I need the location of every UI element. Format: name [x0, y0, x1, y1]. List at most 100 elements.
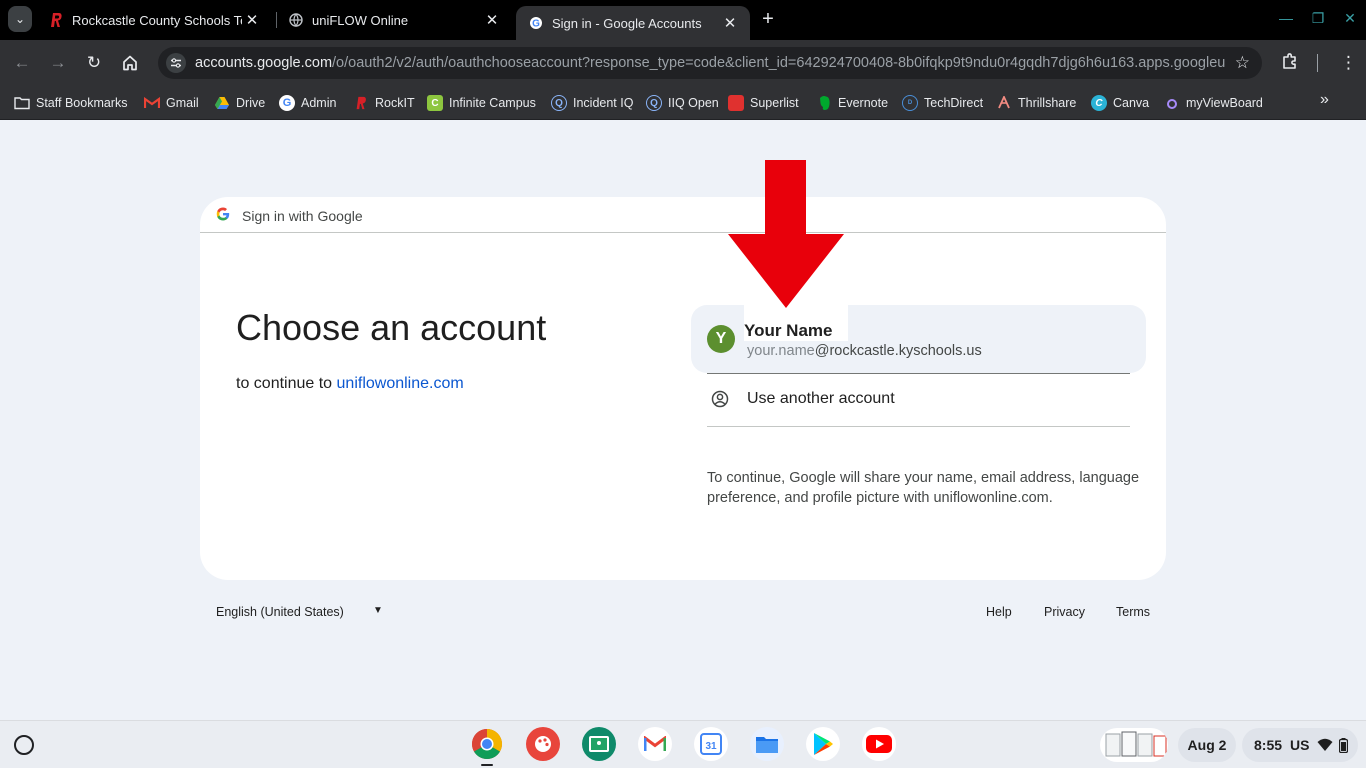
bookmark-label: Incident IQ: [573, 96, 634, 110]
bookmark-star-icon[interactable]: ☆: [1235, 53, 1250, 73]
folder-icon: [14, 95, 30, 111]
bookmark-incident-iq[interactable]: Q Incident IQ: [551, 92, 633, 114]
bookmark-superlist[interactable]: Superlist: [728, 92, 799, 114]
tab-title: Rockcastle County Schools Tec: [72, 12, 242, 28]
chrome-menu-button[interactable]: ⋮: [1340, 52, 1357, 74]
bookmarks-overflow-button[interactable]: »: [1320, 91, 1329, 109]
tab-title: Sign in - Google Accounts: [552, 15, 702, 31]
bookmark-iiq-open[interactable]: Q IIQ Open: [646, 92, 719, 114]
close-icon[interactable]: ✕: [242, 11, 262, 29]
bookmark-evernote[interactable]: Evernote: [816, 92, 888, 114]
continue-to-link[interactable]: uniflowonline.com: [337, 375, 464, 392]
gmail-icon[interactable]: [638, 727, 672, 761]
continue-to-text: to continue to uniflowonline.com: [236, 375, 464, 393]
bookmark-gmail[interactable]: Gmail: [144, 92, 199, 114]
sharing-notice: To continue, Google will share your name…: [707, 470, 1140, 506]
restore-window-button[interactable]: ❐: [1310, 10, 1326, 26]
red-arrow-annotation: [728, 160, 844, 308]
bookmark-label: Gmail: [166, 96, 199, 110]
bookmark-drive[interactable]: Drive: [214, 92, 265, 114]
tab-uniflow[interactable]: uniFLOW Online ✕: [276, 0, 512, 40]
bookmark-myviewboard[interactable]: myViewBoard: [1164, 92, 1263, 114]
rockit-icon: [353, 95, 369, 111]
continue-to-prefix: to continue to: [236, 375, 337, 392]
close-icon[interactable]: ✕: [720, 14, 740, 32]
holding-space-tray[interactable]: [1100, 728, 1168, 762]
url-text: accounts.google.com/o/oauth2/v2/auth/oau…: [195, 55, 1225, 71]
page-title: Choose an account: [236, 307, 547, 348]
arrow-left-icon: ←: [13, 53, 31, 72]
bookmarks-bar: Staff Bookmarks Gmail Drive G Admin Rock…: [0, 86, 1366, 120]
account-option[interactable]: Y Your Name your.name@rockcastle.kyschoo…: [691, 305, 1146, 373]
classroom-icon[interactable]: [582, 727, 616, 761]
reload-icon: ↻: [86, 53, 102, 72]
calendar-day-label: 31: [705, 741, 717, 752]
help-link[interactable]: Help: [986, 605, 1012, 619]
bookmark-label: Drive: [236, 96, 266, 110]
minimize-window-button[interactable]: —: [1278, 10, 1294, 26]
new-tab-button[interactable]: +: [758, 8, 778, 32]
arrow-right-icon: →: [49, 53, 67, 72]
language-select[interactable]: English (United States): [216, 605, 344, 619]
tab-rockcastle[interactable]: Rockcastle County Schools Tec ✕: [36, 0, 272, 40]
launcher-button[interactable]: [14, 735, 34, 755]
site-info-icon[interactable]: [166, 53, 186, 73]
bookmark-label: myViewBoard: [1186, 96, 1263, 110]
tab-strip: ⌄ Rockcastle County Schools Tec ✕ uniFLO…: [0, 0, 1366, 40]
account-circle-icon: [711, 390, 729, 408]
bookmark-staff-bookmarks[interactable]: Staff Bookmarks: [14, 92, 127, 114]
battery-icon: [1339, 737, 1349, 753]
close-window-button[interactable]: ✕: [1342, 10, 1358, 26]
plus-icon: +: [762, 8, 774, 30]
account-email-domain: @rockcastle.kyschools.us: [814, 343, 982, 359]
forward-button[interactable]: →: [47, 52, 69, 74]
bookmark-label: RockIT: [375, 96, 415, 110]
bookmark-infinite-campus[interactable]: C Infinite Campus: [427, 92, 536, 114]
wifi-icon: [1317, 738, 1333, 751]
close-icon: ✕: [1344, 10, 1356, 26]
evernote-icon: [816, 95, 832, 111]
bookmark-thrillshare[interactable]: Thrillshare: [996, 92, 1076, 114]
bookmark-techdirect[interactable]: D TechDirect: [902, 92, 983, 114]
ime-locale: US: [1290, 737, 1310, 753]
home-button[interactable]: [119, 52, 141, 74]
date-tray[interactable]: Aug 2: [1178, 728, 1236, 762]
bookmark-label: IIQ Open: [668, 96, 719, 110]
reload-button[interactable]: ↻: [83, 52, 105, 74]
privacy-link[interactable]: Privacy: [1044, 605, 1085, 619]
status-tray[interactable]: 8:55 US: [1242, 728, 1358, 762]
bookmark-label: Infinite Campus: [449, 96, 536, 110]
puzzle-icon: [1283, 53, 1296, 69]
canvas-icon[interactable]: [526, 727, 560, 761]
google-icon: G: [279, 95, 295, 111]
terms-link[interactable]: Terms: [1116, 605, 1150, 619]
bookmark-label: Admin: [301, 96, 337, 110]
account-email: your.name@rockcastle.kyschools.us: [747, 343, 982, 359]
address-bar[interactable]: accounts.google.com/o/oauth2/v2/auth/oau…: [158, 47, 1262, 79]
dell-icon: D: [902, 95, 918, 111]
close-icon[interactable]: ✕: [482, 11, 502, 29]
drive-icon: [214, 95, 230, 111]
files-icon[interactable]: [750, 727, 784, 761]
signin-card: Sign in with Google Choose an account to…: [200, 197, 1166, 580]
chrome-icon[interactable]: [470, 727, 504, 761]
youtube-icon[interactable]: [862, 727, 896, 761]
use-another-account-button[interactable]: Use another account: [707, 374, 1130, 426]
extensions-button[interactable]: [1281, 52, 1299, 76]
iiq-open-icon: Q: [646, 95, 662, 111]
thrillshare-icon: [996, 95, 1012, 111]
tab-search-button[interactable]: ⌄: [8, 6, 32, 32]
play-store-icon[interactable]: [806, 727, 840, 761]
clock-time: 8:55: [1254, 737, 1283, 753]
caret-down-icon[interactable]: ▼: [373, 605, 383, 616]
bookmark-canva[interactable]: C Canva: [1091, 92, 1149, 114]
tab-google-signin[interactable]: G Sign in - Google Accounts ✕: [516, 6, 750, 40]
bookmark-admin[interactable]: G Admin: [279, 92, 336, 114]
bookmark-label: Evernote: [838, 96, 889, 110]
calendar-icon[interactable]: 31: [694, 727, 728, 761]
url-host: accounts.google.com: [195, 55, 333, 71]
bookmark-rockit[interactable]: RockIT: [353, 92, 415, 114]
incident-iq-icon: Q: [551, 95, 567, 111]
toolbar-divider: [1317, 54, 1318, 72]
back-button[interactable]: ←: [11, 52, 33, 74]
